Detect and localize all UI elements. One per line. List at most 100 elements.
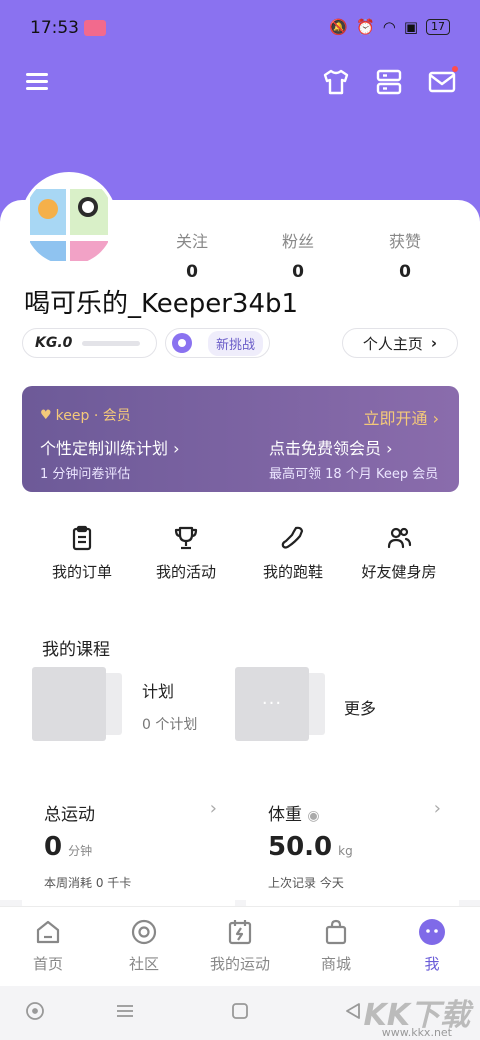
eye-icon[interactable]: ◉ [307,808,319,824]
back-icon[interactable] [342,1000,364,1022]
total-exercise-card[interactable]: 总运动 › 0 分钟 本周消耗 0 千卡 [22,774,235,914]
profile-home-button[interactable]: 个人主页 › [342,328,458,358]
sim-icon: ▣ [403,18,418,36]
vip-custom-plan[interactable]: 个性定制训练计划 › 1 分钟问卷评估 [40,435,180,482]
stat-following[interactable]: 关注 0 [152,228,232,282]
menu-icon[interactable] [26,70,50,94]
weight-card[interactable]: 体重 ◉ › 50.0 kg 上次记录 今天 [246,774,459,914]
stat-value: 0 [399,262,411,282]
plan-count: 0 个计划 [142,717,198,733]
vip-free-member[interactable]: 点击免费领会员 › 最高可领 18 个月 Keep 会员 [269,435,438,482]
stat-value: 0 [186,262,198,282]
vip-open-button[interactable]: 立即开通 › [363,405,439,429]
me-icon [417,917,447,947]
vip-item-sub: 1 分钟问卷评估 [40,467,131,482]
unread-dot [452,66,458,72]
vip-item-title: 个性定制训练计划 [40,439,169,458]
quick-label: 好友健身房 [361,563,437,581]
shirt-icon[interactable] [320,66,352,98]
card-value: 50.0 [268,832,333,862]
more-courses-label[interactable]: 更多 [344,695,376,719]
kg-level: KG.0 [35,335,73,351]
stat-followers[interactable]: 粉丝 0 [258,228,338,282]
my-orders-button[interactable]: 我的订单 [32,525,132,582]
shop-bag-icon [321,917,351,947]
card-title: 总运动 [44,805,95,825]
tab-label: 商城 [320,955,351,973]
notification-app-icon [84,20,106,36]
plan-thumbnail[interactable] [32,667,106,741]
tab-my-sports[interactable]: 我的运动 [200,917,280,974]
system-nav-bar: KK下载 www.kkx.net [0,986,480,1040]
kg-level-pill[interactable]: KG.0 [22,328,157,358]
vip-heart-icon: ♥ [40,407,52,423]
card-value: 0 [44,832,63,862]
watermark-url: www.kkx.net [381,1026,452,1039]
chevron-right-icon: › [386,439,393,458]
tab-label: 我的运动 [209,955,270,973]
card-unit: kg [338,844,353,858]
avatar[interactable] [24,175,114,265]
chevron-right-icon: › [173,439,180,458]
vip-item-sub: 最高可领 18 个月 Keep 会员 [269,467,439,482]
my-courses-panel: 我的课程 计划 0 个计划 ··· 更多 [22,610,459,762]
tab-label: 社区 [128,955,159,973]
more-dots-icon: ··· [261,693,283,714]
friends-icon [386,525,412,551]
mute-icon: 🔕 [329,18,349,36]
my-activities-button[interactable]: 我的活动 [136,525,236,582]
quick-label: 我的活动 [155,563,216,581]
more-thumbnail[interactable]: ··· [235,667,309,741]
recents-icon[interactable] [114,1000,136,1022]
stat-value: 0 [292,262,304,282]
community-icon [129,917,159,947]
vip-open-label: 立即开通 [363,409,428,428]
assistant-icon[interactable] [24,1000,46,1022]
trophy-icon [173,525,199,551]
chevron-right-icon: › [433,798,441,819]
stat-label: 获赞 [388,232,421,251]
quick-actions-panel: 我的订单 我的活动 我的跑鞋 好友健身房 [22,505,459,598]
alarm-icon: ⏰ [356,18,375,36]
chevron-right-icon: › [209,798,217,819]
tab-home[interactable]: 首页 [8,917,88,974]
stat-label: 粉丝 [281,232,314,251]
home-button-icon[interactable] [229,1000,251,1022]
status-bar: 17:53 🔕 ⏰ ◠ ▣ 17 [0,0,480,58]
challenge-pill[interactable]: 新挑战 [165,328,270,358]
vip-logo: ♥ keep · 会员 [40,405,131,425]
card-sub: 上次记录 今天 [268,876,344,890]
chevron-right-icon: › [432,409,439,428]
system-icons: 🔕 ⏰ ◠ ▣ 17 [329,18,450,36]
challenge-label: 新挑战 [208,330,264,356]
status-time: 17:53 [30,18,79,38]
bottom-tab-bar: 首页 社区 我的运动 商城 我 [0,906,480,986]
shoe-icon [280,525,306,551]
kg-progress-bar [82,340,141,346]
home-icon [33,917,63,947]
clipboard-icon [69,525,95,551]
tab-label: 我 [424,955,440,973]
stat-label: 关注 [175,232,208,251]
calendar-icon [225,917,255,947]
stat-likes[interactable]: 获赞 0 [365,228,445,282]
tab-label: 首页 [32,955,63,973]
tab-community[interactable]: 社区 [104,917,184,974]
tab-shop[interactable]: 商城 [296,917,376,974]
vip-logo-text: keep · 会员 [55,408,131,424]
plan-label[interactable]: 计划 [142,678,174,702]
quick-label: 我的订单 [51,563,112,581]
vip-banner[interactable]: ♥ keep · 会员 立即开通 › 个性定制训练计划 › 1 分钟问卷评估 点… [22,386,459,492]
card-title: 体重 ◉ [268,805,320,825]
challenge-icon [172,333,192,353]
wifi-icon: ◠ [382,18,396,36]
tab-me[interactable]: 我 [392,917,472,974]
battery-icon: 17 [426,19,450,35]
mail-icon[interactable] [426,66,458,98]
vip-item-title: 点击免费领会员 [269,439,382,458]
friends-gym-button[interactable]: 好友健身房 [349,525,449,582]
card-unit: 分钟 [68,844,93,858]
chevron-right-icon: › [430,334,438,352]
my-shoes-button[interactable]: 我的跑鞋 [243,525,343,582]
server-icon[interactable] [373,66,405,98]
